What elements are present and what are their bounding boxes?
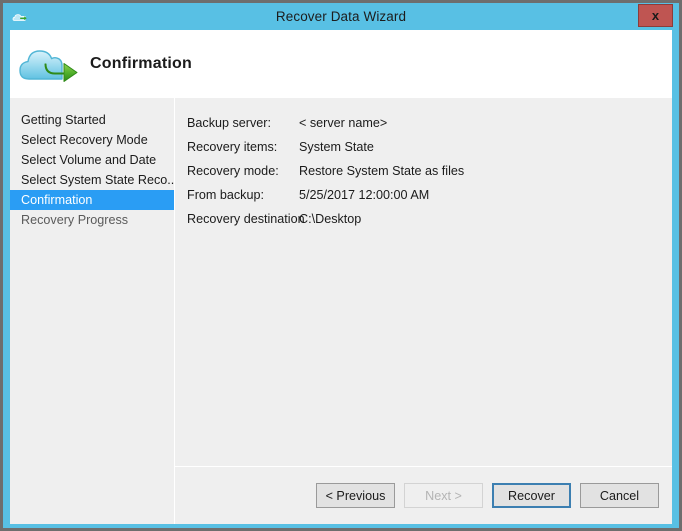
summary-row-recovery-items: Recovery items: System State xyxy=(187,140,672,164)
from-backup-label: From backup: xyxy=(187,188,264,202)
summary-row-backup-server: Backup server: < server name> xyxy=(187,116,672,140)
recover-button[interactable]: Recover xyxy=(492,483,571,508)
sidebar-item-confirmation[interactable]: Confirmation xyxy=(10,190,174,210)
summary-row-recovery-destination: Recovery destination C:\Desktop xyxy=(187,212,672,236)
recovery-mode-value: Restore System State as files xyxy=(299,164,465,178)
confirmation-summary: Backup server: < server name> Recovery i… xyxy=(175,98,672,466)
page-title: Confirmation xyxy=(90,55,192,72)
sidebar-item-recovery-progress: Recovery Progress xyxy=(21,213,129,227)
window-frame: Recover Data Wizard x Confirmation Getti… xyxy=(3,3,679,528)
backup-server-value: < server name> xyxy=(299,116,388,130)
cloud-restore-icon xyxy=(16,40,82,88)
backup-server-label: Backup server: xyxy=(187,116,271,130)
recovery-destination-value: C:\Desktop xyxy=(299,212,362,226)
title-bar: Recover Data Wizard x xyxy=(3,3,679,30)
page-header: Confirmation xyxy=(10,30,672,98)
sidebar-item-select-recovery-mode[interactable]: Select Recovery Mode xyxy=(10,130,174,150)
recovery-items-label: Recovery items: xyxy=(187,140,278,154)
window-title: Recover Data Wizard xyxy=(275,9,407,24)
close-icon[interactable]: x xyxy=(638,4,673,27)
wizard-body: Getting Started Select Recovery Mode Sel… xyxy=(10,98,672,524)
summary-row-recovery-mode: Recovery mode: Restore System State as f… xyxy=(187,164,672,188)
next-button: Next > xyxy=(404,483,483,508)
cancel-button[interactable]: Cancel xyxy=(580,483,659,508)
client-area: Confirmation Getting Started Select Reco… xyxy=(10,30,672,524)
recover-data-wizard-window: Recover Data Wizard x Confirmation Getti… xyxy=(0,0,682,531)
wizard-steps-sidebar: Getting Started Select Recovery Mode Sel… xyxy=(10,98,178,524)
wizard-footer: < Previous Next > Recover Cancel xyxy=(175,467,672,524)
sidebar-item-getting-started[interactable]: Getting Started xyxy=(10,110,174,130)
recovery-items-value: System State xyxy=(299,140,374,154)
recovery-destination-label: Recovery destination xyxy=(187,212,305,226)
summary-row-from-backup: From backup: 5/25/2017 12:00:00 AM xyxy=(187,188,672,212)
from-backup-value: 5/25/2017 12:00:00 AM xyxy=(299,188,430,202)
recovery-mode-label: Recovery mode: xyxy=(187,164,279,178)
cloud-icon xyxy=(12,10,28,23)
content-column: Backup server: < server name> Recovery i… xyxy=(175,98,672,524)
sidebar-item-select-volume-and-date[interactable]: Select Volume and Date xyxy=(10,150,174,170)
sidebar-item-select-system-state-recovery[interactable]: Select System State Reco... xyxy=(10,170,178,190)
previous-button[interactable]: < Previous xyxy=(316,483,395,508)
